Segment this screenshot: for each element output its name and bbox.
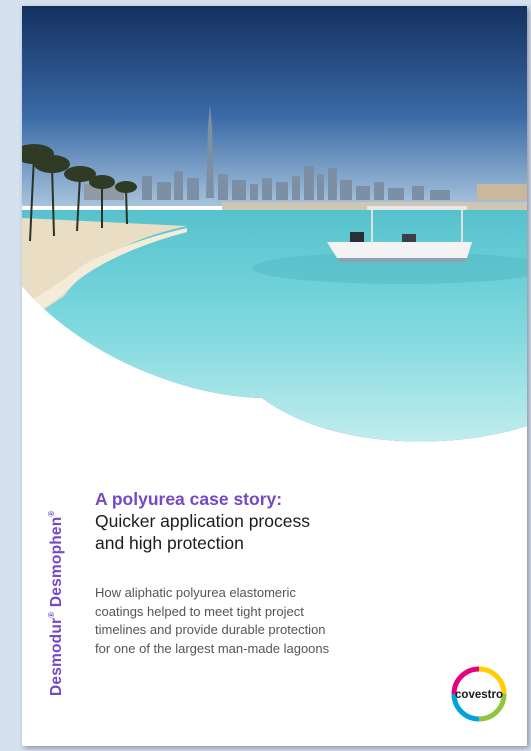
title-highlight: A polyurea case story: bbox=[95, 489, 283, 509]
brochure-cover: Desmodur® Desmophen® A polyurea case sto… bbox=[22, 6, 527, 746]
description-line: for one of the largest man-made lagoons bbox=[95, 640, 330, 656]
description-line: How aliphatic polyurea elastomeric bbox=[95, 585, 296, 600]
registered-mark: ® bbox=[47, 510, 56, 517]
covestro-logo: covestro bbox=[450, 665, 508, 723]
registered-mark: ® bbox=[47, 611, 56, 618]
description: How aliphatic polyurea elastomeric coati… bbox=[95, 584, 425, 658]
logo-ring-icon: covestro bbox=[451, 666, 507, 722]
logo-text: covestro bbox=[455, 689, 503, 701]
title-line: and high protection bbox=[95, 533, 244, 553]
title-line: Quicker application process bbox=[95, 511, 310, 531]
title-block: A polyurea case story: Quicker applicati… bbox=[95, 488, 495, 554]
description-line: timelines and provide durable protection bbox=[95, 622, 326, 637]
brand-vertical-label: Desmodur® Desmophen® bbox=[47, 510, 66, 696]
brand-desmophen: Desmophen bbox=[48, 516, 65, 608]
brand-desmodur: Desmodur bbox=[48, 617, 65, 696]
description-line: coatings helped to meet tight project bbox=[95, 603, 304, 619]
lagoon-photo bbox=[22, 6, 527, 442]
hero-image bbox=[22, 6, 527, 446]
